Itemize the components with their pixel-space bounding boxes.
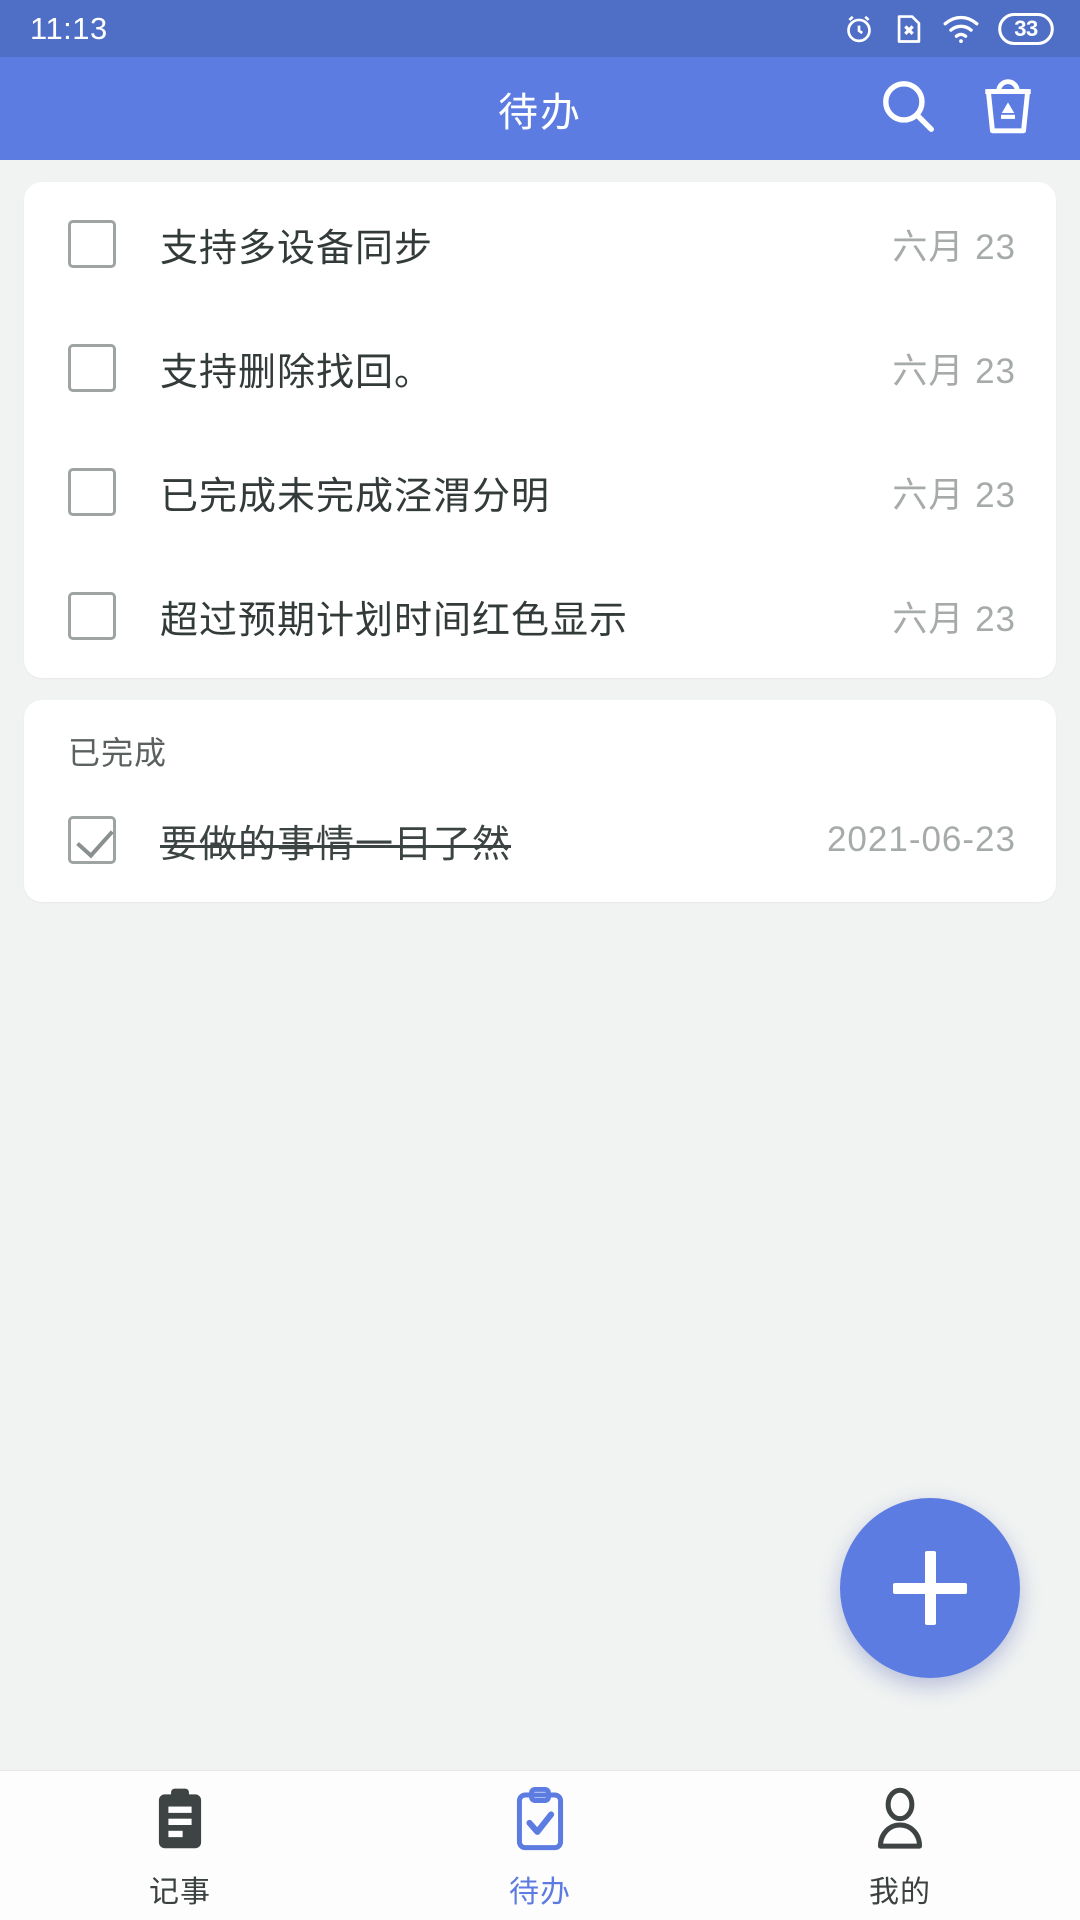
table-row[interactable]: 支持删除找回。 六月 23 (24, 306, 1056, 430)
battery-icon: 33 (998, 12, 1054, 45)
todo-title: 要做的事情一目了然 (160, 823, 512, 866)
nav-label: 记事 (149, 1875, 211, 1909)
nav-label: 我的 (869, 1875, 931, 1909)
nav-item-profile[interactable]: 我的 (720, 1771, 1080, 1920)
todo-date: 六月 23 (892, 599, 1016, 639)
checkbox-icon[interactable] (68, 220, 116, 268)
table-row[interactable]: 已完成未完成泾渭分明 六月 23 (24, 430, 1056, 554)
wifi-icon (942, 14, 980, 44)
checkbox-icon[interactable] (68, 344, 116, 392)
todo-date: 2021-06-23 (826, 820, 1016, 859)
no-sim-icon (894, 12, 924, 46)
nav-item-todo[interactable]: 待办 (360, 1771, 720, 1920)
table-row[interactable]: 要做的事情一目了然 2021-06-23 (24, 778, 1056, 902)
table-row[interactable]: 超过预期计划时间红色显示 六月 23 (24, 554, 1056, 678)
todo-date: 六月 23 (892, 475, 1016, 515)
nav-label: 待办 (509, 1875, 571, 1909)
checkbox-checked-icon[interactable] (68, 816, 116, 864)
todo-title: 支持删除找回。 (160, 351, 434, 394)
status-bar-time: 11:13 (30, 11, 108, 46)
checkbox-icon[interactable] (68, 592, 116, 640)
person-icon (871, 1781, 929, 1853)
app-bar: 待办 (0, 57, 1080, 160)
search-button[interactable] (872, 73, 944, 145)
todo-date: 六月 23 (892, 227, 1016, 267)
alarm-icon (842, 12, 876, 46)
todo-date: 六月 23 (892, 351, 1016, 391)
todo-title: 已完成未完成泾渭分明 (160, 475, 551, 518)
bottom-navigation: 记事 待办 我的 (0, 1770, 1080, 1920)
trash-icon (979, 75, 1037, 142)
todo-title: 超过预期计划时间红色显示 (160, 599, 629, 642)
app-bar-actions (872, 73, 1080, 145)
battery-level-text: 33 (1014, 15, 1038, 41)
clipboard-check-icon (511, 1781, 569, 1853)
recycle-bin-button[interactable] (972, 73, 1044, 145)
status-bar-icons: 33 (842, 12, 1054, 46)
plus-icon-vertical (924, 1551, 936, 1625)
clipboard-lines-icon (151, 1781, 209, 1853)
todo-title: 支持多设备同步 (160, 227, 434, 270)
nav-item-notes[interactable]: 记事 (0, 1771, 360, 1920)
table-row[interactable]: 支持多设备同步 六月 23 (24, 182, 1056, 306)
pending-todo-card: 支持多设备同步 六月 23 支持删除找回。 六月 23 已完成未完成泾渭分明 六… (24, 182, 1056, 678)
completed-section-title: 已完成 (68, 735, 168, 771)
completed-todo-card: 已完成 要做的事情一目了然 2021-06-23 (24, 700, 1056, 902)
status-bar: 11:13 33 (0, 0, 1080, 57)
app-root: 11:13 33 待办 支持多设备同步 六月 23 支持删除找回。 六月 23 … (0, 0, 1080, 1920)
search-icon (877, 75, 939, 142)
content-area: 支持多设备同步 六月 23 支持删除找回。 六月 23 已完成未完成泾渭分明 六… (0, 160, 1080, 1770)
add-todo-button[interactable] (840, 1498, 1020, 1678)
checkbox-icon[interactable] (68, 468, 116, 516)
